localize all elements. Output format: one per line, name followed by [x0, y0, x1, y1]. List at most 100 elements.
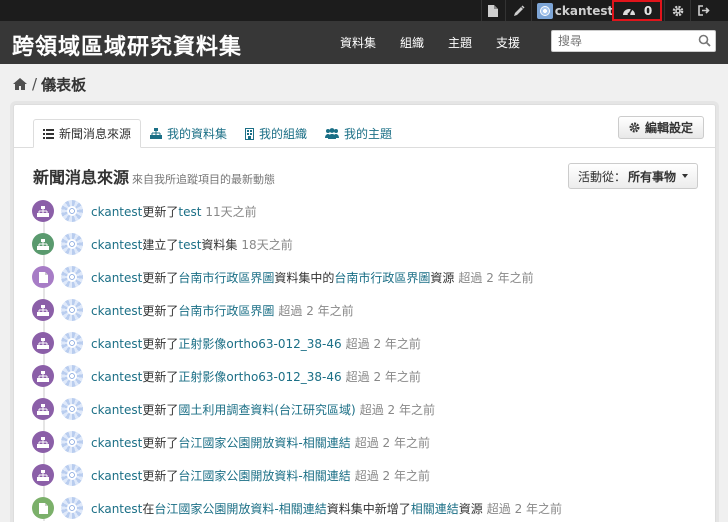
document-icon[interactable] — [482, 0, 504, 21]
file-icon — [32, 266, 54, 288]
user-link[interactable]: ckantest — [91, 370, 142, 384]
breadcrumb-current[interactable]: 儀表板 — [41, 74, 86, 95]
activity-object-link[interactable]: 台江國家公園開放資料-相關連結 — [154, 502, 326, 516]
home-icon[interactable] — [12, 77, 28, 91]
activity-object-link[interactable]: 台南市行政區界圖 — [334, 271, 430, 285]
activity-object-link[interactable]: 台江國家公園開放資料-相關連結 — [178, 436, 350, 450]
nav-groups[interactable]: 主題 — [448, 34, 472, 51]
pencil-icon[interactable] — [506, 0, 531, 21]
dashboard-link[interactable]: 0 — [612, 0, 662, 21]
activity-object-link[interactable]: 台江國家公園開放資料-相關連結 — [178, 469, 350, 483]
user-link[interactable]: ckantest — [91, 436, 142, 450]
user-link[interactable]: ckantest — [91, 337, 142, 351]
avatar[interactable] — [61, 266, 83, 288]
site-title[interactable]: 跨領域區域研究資料集 — [12, 29, 242, 61]
activity-timestamp: 超過 2 年之前 — [359, 402, 435, 417]
avatar[interactable] — [61, 233, 83, 255]
activity-verb: 在 — [142, 501, 155, 516]
activity-filter-dropdown[interactable]: 活動從： 所有事物 — [568, 163, 698, 189]
list-icon — [43, 128, 54, 139]
username-link[interactable]: ckantest — [555, 0, 614, 21]
activity-verb: 資料集中新增了 — [326, 501, 411, 516]
dashboard-panel: 新聞消息來源 我的資料集 我的組織 我的主題 編輯設定 新聞消息來源 來自我所追… — [13, 104, 716, 522]
activity-object-link[interactable]: 台南市行政區界圖 — [178, 304, 274, 318]
activity-item: ckantest更新了台南市行政區界圖資料集中的台南市行政區界圖資源 超過 2 年… — [32, 265, 702, 289]
activity-timestamp: 18天之前 — [241, 237, 293, 252]
tab-label: 我的資料集 — [167, 127, 228, 141]
separator — [531, 0, 532, 21]
nav-organizations[interactable]: 組織 — [400, 34, 424, 51]
breadcrumb: / 儀表板 — [12, 74, 86, 94]
masthead: 跨領域區域研究資料集 資料集 組織 主題 支援 — [0, 21, 728, 64]
account-bar: ckantest 0 — [0, 0, 728, 21]
avatar[interactable] — [61, 398, 83, 420]
tab-news-feed[interactable]: 新聞消息來源 — [33, 119, 142, 148]
building-icon — [245, 127, 255, 140]
user-link[interactable]: ckantest — [91, 469, 142, 483]
avatar[interactable] — [61, 200, 83, 222]
gear-icon[interactable] — [665, 0, 690, 21]
avatar[interactable] — [61, 497, 83, 519]
activity-verb: 資料集中的 — [274, 270, 335, 285]
activity-text: ckantest更新了台江國家公園開放資料-相關連結 超過 2 年之前 — [91, 467, 430, 484]
avatar[interactable] — [61, 365, 83, 387]
activity-object-link[interactable]: 正射影像ortho63-012_38-46 — [178, 370, 341, 384]
tab-my-groups[interactable]: 我的主題 — [316, 119, 401, 148]
activity-timestamp: 超過 2 年之前 — [345, 369, 421, 384]
avatar[interactable] — [61, 332, 83, 354]
activity-verb: 更新了 — [142, 369, 179, 384]
nav-support[interactable]: 支援 — [496, 34, 520, 51]
activity-timestamp: 超過 2 年之前 — [354, 435, 430, 450]
activity-verb: 更新了 — [142, 468, 179, 483]
nav-datasets[interactable]: 資料集 — [340, 34, 376, 51]
activity-item: ckantest更新了台江國家公園開放資料-相關連結 超過 2 年之前 — [32, 430, 702, 454]
tab-my-organizations[interactable]: 我的組織 — [236, 119, 316, 148]
avatar[interactable] — [61, 464, 83, 486]
sitemap-icon — [150, 128, 163, 139]
user-avatar[interactable] — [536, 0, 554, 21]
activity-verb: 資源 — [458, 501, 483, 516]
activity-timestamp: 超過 2 年之前 — [486, 501, 563, 516]
activity-item: ckantest更新了正射影像ortho63-012_38-46 超過 2 年之前 — [32, 331, 702, 355]
sitemap-icon — [32, 332, 54, 354]
dashboard-icon — [622, 5, 636, 16]
chevron-down-icon — [682, 174, 689, 178]
activity-timestamp: 11天之前 — [205, 204, 257, 219]
avatar[interactable] — [61, 299, 83, 321]
activity-object-link[interactable]: test — [178, 238, 201, 252]
activity-text: ckantest更新了台江國家公園開放資料-相關連結 超過 2 年之前 — [91, 434, 430, 451]
logout-icon[interactable] — [691, 0, 717, 21]
activity-object-link[interactable]: 台南市行政區界圖 — [178, 271, 274, 285]
activity-verb: 更新了 — [142, 303, 179, 318]
tab-my-datasets[interactable]: 我的資料集 — [141, 119, 236, 148]
dashboard-tabs: 新聞消息來源 我的資料集 我的組織 我的主題 — [33, 119, 401, 148]
edit-settings-label: 編輯設定 — [644, 121, 693, 135]
user-link[interactable]: ckantest — [91, 205, 142, 219]
search-icon[interactable] — [698, 34, 711, 47]
filter-value: 所有事物 — [628, 169, 677, 184]
file-icon — [32, 497, 54, 519]
activity-item: ckantest建立了test資料集 18天之前 — [32, 232, 702, 256]
user-link[interactable]: ckantest — [91, 271, 142, 285]
search-input[interactable] — [552, 31, 692, 51]
avatar[interactable] — [61, 431, 83, 453]
tab-label: 我的主題 — [344, 127, 393, 141]
activity-text: ckantest更新了正射影像ortho63-012_38-46 超過 2 年之前 — [91, 368, 421, 385]
user-link[interactable]: ckantest — [91, 304, 142, 318]
activity-verb: 建立了 — [142, 237, 179, 252]
edit-settings-button[interactable]: 編輯設定 — [618, 116, 704, 139]
user-link[interactable]: ckantest — [91, 238, 142, 252]
activity-object-link[interactable]: test — [178, 205, 201, 219]
activity-verb: 資源 — [430, 270, 455, 285]
user-link[interactable]: ckantest — [91, 403, 142, 417]
activity-object-link[interactable]: 國土利用調查資料(台江研究區域) — [178, 403, 355, 417]
user-link[interactable]: ckantest — [91, 502, 142, 516]
activity-object-link[interactable]: 相關連結 — [411, 502, 459, 516]
activity-item: ckantest更新了國土利用調查資料(台江研究區域) 超過 2 年之前 — [32, 397, 702, 421]
activity-object-link[interactable]: 正射影像ortho63-012_38-46 — [178, 337, 341, 351]
activity-text: ckantest更新了正射影像ortho63-012_38-46 超過 2 年之前 — [91, 335, 421, 352]
activity-text: ckantest在台江國家公園開放資料-相關連結資料集中新增了相關連結資源 超過 … — [91, 500, 562, 517]
activity-item: ckantest更新了正射影像ortho63-012_38-46 超過 2 年之前 — [32, 364, 702, 388]
activity-text: ckantest建立了test資料集 18天之前 — [91, 236, 293, 253]
activity-timestamp: 超過 2 年之前 — [354, 468, 430, 483]
